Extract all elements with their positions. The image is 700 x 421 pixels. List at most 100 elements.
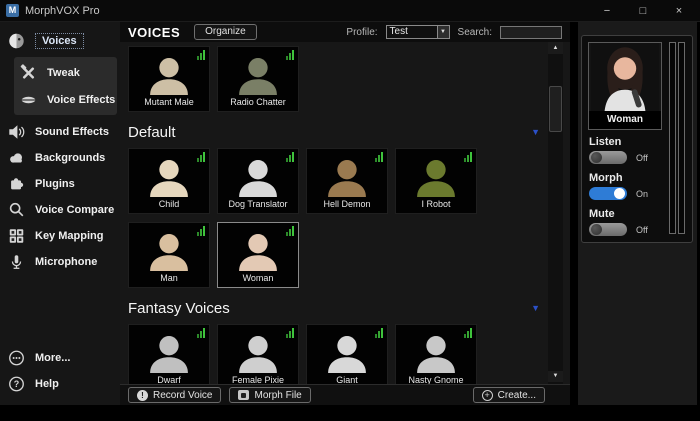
voices-footer-bar: ! Record Voice Morph File + Create... bbox=[120, 384, 570, 405]
sidebar-item-microphone[interactable]: Microphone bbox=[0, 249, 120, 275]
voice-tile-label: Dwarf bbox=[157, 373, 181, 384]
cloud-icon bbox=[7, 149, 26, 167]
more-icon bbox=[7, 349, 26, 367]
speaker-icon bbox=[7, 123, 26, 141]
voice-tile[interactable]: Giant bbox=[306, 324, 388, 384]
section-header-fantasy: Fantasy Voices ▼ bbox=[128, 300, 542, 317]
voice-tile[interactable]: Nasty Gnome bbox=[395, 324, 477, 384]
listen-toggle[interactable] bbox=[589, 151, 627, 164]
maximize-button[interactable]: □ bbox=[636, 5, 650, 17]
morph-file-button[interactable]: Morph File bbox=[229, 387, 310, 403]
sidebar-item-label: More... bbox=[35, 352, 70, 364]
voice-tile[interactable]: Mutant Male bbox=[128, 46, 210, 112]
record-voice-button[interactable]: ! Record Voice bbox=[128, 387, 221, 403]
signal-bars-icon bbox=[464, 152, 472, 162]
sidebar-item-help[interactable]: ? Help bbox=[0, 371, 120, 397]
scroll-up-icon[interactable]: ▲ bbox=[548, 42, 563, 54]
signal-bars-icon bbox=[286, 50, 294, 60]
titlebar: M MorphVOX Pro − □ × bbox=[0, 0, 700, 22]
voice-tile[interactable]: I Robot bbox=[395, 148, 477, 214]
voice-tile[interactable]: Radio Chatter bbox=[217, 46, 299, 112]
collapse-arrow-icon[interactable]: ▼ bbox=[531, 304, 540, 313]
record-icon: ! bbox=[137, 390, 148, 401]
current-voice-photo bbox=[589, 43, 661, 111]
window-title: MorphVOX Pro bbox=[25, 5, 100, 17]
chevron-down-icon[interactable]: ▼ bbox=[437, 25, 450, 39]
sidebar-item-tweak[interactable]: Tweak bbox=[14, 59, 117, 86]
page-title: VOICES bbox=[128, 25, 180, 40]
organize-button[interactable]: Organize bbox=[194, 24, 257, 40]
sidebar-item-label: Backgrounds bbox=[35, 152, 105, 164]
signal-bars-icon bbox=[197, 328, 205, 338]
section-title: Default bbox=[128, 124, 176, 141]
app-logo-icon: M bbox=[6, 4, 19, 17]
section-header-default: Default ▼ bbox=[128, 124, 542, 141]
create-label: Create... bbox=[498, 390, 536, 401]
voice-tile[interactable]: Dwarf bbox=[128, 324, 210, 384]
current-voice-photo-frame: Woman bbox=[588, 42, 662, 130]
signal-bars-icon bbox=[375, 152, 383, 162]
create-button[interactable]: + Create... bbox=[473, 387, 545, 403]
voice-tile[interactable]: Man bbox=[128, 222, 210, 288]
search-label: Search: bbox=[458, 27, 492, 38]
voices-subpanel: Tweak Voice Effects bbox=[14, 57, 117, 115]
morph-toggle[interactable] bbox=[589, 187, 627, 200]
voice-tile[interactable]: Child bbox=[128, 148, 210, 214]
scrollbar-thumb[interactable] bbox=[549, 86, 562, 132]
voice-tile[interactable]: Female Pixie bbox=[217, 324, 299, 384]
collapse-arrow-icon[interactable]: ▼ bbox=[531, 128, 540, 137]
sidebar-item-voice-compare[interactable]: Voice Compare bbox=[0, 197, 120, 223]
profile-select[interactable]: Test bbox=[386, 25, 438, 39]
current-voice-panel: Woman Listen Off Morph bbox=[578, 22, 697, 405]
panel-divider bbox=[570, 22, 578, 405]
scrollbar[interactable]: ▲ ▼ bbox=[548, 42, 563, 384]
signal-bars-icon bbox=[197, 50, 205, 60]
sidebar-footer: More... ? Help bbox=[0, 345, 120, 397]
voice-tile-selected[interactable]: Woman bbox=[217, 222, 299, 288]
scroll-down-icon[interactable]: ▼ bbox=[548, 371, 563, 382]
app-window: M MorphVOX Pro − □ × Voices bbox=[0, 0, 700, 421]
voice-tile-label: Child bbox=[159, 197, 180, 213]
sidebar-item-plugins[interactable]: Plugins bbox=[0, 171, 120, 197]
minimize-button[interactable]: − bbox=[600, 5, 614, 17]
voice-tile-label: Man bbox=[160, 271, 178, 287]
search-input[interactable] bbox=[500, 26, 562, 39]
toggle-knob bbox=[614, 188, 625, 199]
window-bottom-edge bbox=[0, 405, 700, 421]
sidebar-item-voices[interactable]: Voices bbox=[0, 28, 120, 54]
voices-panel: VOICES Organize Profile: Test ▼ Search: bbox=[120, 22, 570, 405]
morph-file-label: Morph File bbox=[254, 390, 301, 401]
signal-bars-icon bbox=[286, 328, 294, 338]
current-voice-box: Woman Listen Off Morph bbox=[581, 35, 693, 243]
voice-tile-label: I Robot bbox=[421, 197, 450, 213]
sidebar-item-label: Plugins bbox=[35, 178, 75, 190]
close-button[interactable]: × bbox=[672, 5, 686, 17]
window-controls: − □ × bbox=[600, 5, 694, 17]
sidebar-item-backgrounds[interactable]: Backgrounds bbox=[0, 145, 120, 171]
voice-tile[interactable]: Hell Demon bbox=[306, 148, 388, 214]
sidebar-item-more[interactable]: More... bbox=[0, 345, 120, 371]
sidebar-item-label: Voices bbox=[35, 33, 84, 49]
voice-tile-label: Hell Demon bbox=[323, 197, 370, 213]
signal-bars-icon bbox=[286, 152, 294, 162]
sidebar-item-key-mapping[interactable]: Key Mapping bbox=[0, 223, 120, 249]
current-voice-name: Woman bbox=[589, 111, 661, 125]
voice-tile-label: Radio Chatter bbox=[230, 95, 286, 111]
listen-label: Listen bbox=[589, 136, 685, 148]
voice-tile[interactable]: Dog Translator bbox=[217, 148, 299, 214]
plus-circle-icon: + bbox=[482, 390, 493, 401]
mute-toggle[interactable] bbox=[589, 223, 627, 236]
sidebar-item-label: Help bbox=[35, 378, 59, 390]
mute-state: Off bbox=[636, 225, 648, 235]
signal-bars-icon bbox=[286, 226, 294, 236]
sidebar-item-sound-effects[interactable]: Sound Effects bbox=[0, 119, 120, 145]
voices-icon bbox=[7, 32, 26, 50]
signal-bars-icon bbox=[197, 226, 205, 236]
signal-bars-icon bbox=[464, 328, 472, 338]
lips-icon bbox=[19, 91, 38, 109]
sidebar-item-voice-effects[interactable]: Voice Effects bbox=[14, 86, 117, 113]
listen-toggle-group: Listen Off bbox=[589, 136, 685, 164]
signal-bars-icon bbox=[375, 328, 383, 338]
sidebar-item-label: Voice Effects bbox=[47, 94, 115, 106]
morph-state: On bbox=[636, 189, 648, 199]
